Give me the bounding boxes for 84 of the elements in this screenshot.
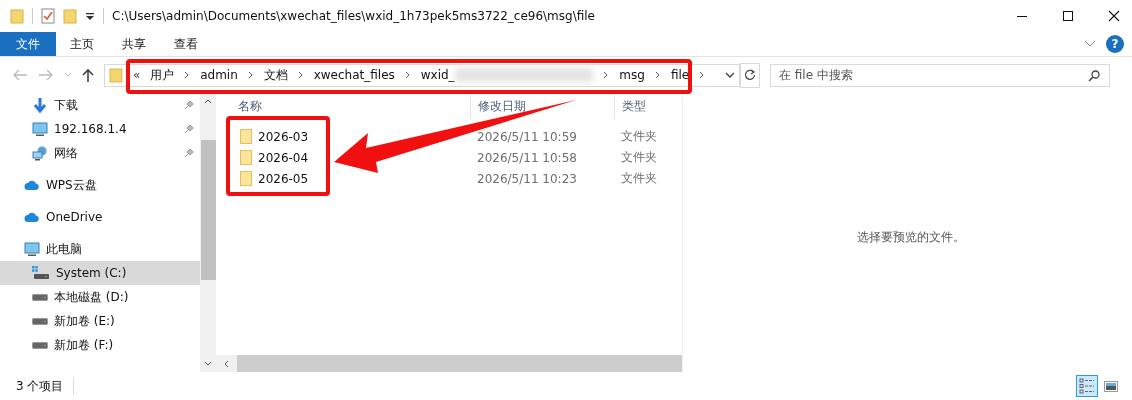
refresh-icon [744, 69, 756, 81]
file-row[interactable]: 2026-05 2026/5/11 10:23 文件夹 [216, 168, 682, 189]
preview-message: 选择要预览的文件。 [856, 229, 965, 246]
chevron-right-icon[interactable] [297, 71, 304, 79]
item-count: 3 个项目 [16, 377, 75, 395]
cloud-icon [24, 179, 40, 191]
breadcrumb-item[interactable]: xwechat_files [313, 68, 395, 82]
pin-icon[interactable] [184, 148, 194, 158]
scroll-left-icon[interactable] [224, 359, 229, 368]
overflow-chevron[interactable]: « [132, 68, 141, 82]
address-bar[interactable]: « 用户 admin 文档 xwechat_files wxid_ msg file [104, 63, 740, 87]
chevron-right-icon[interactable] [699, 71, 706, 79]
breadcrumb-item[interactable]: 文档 [263, 66, 288, 84]
modified-date: 2026/5/11 10:23 [476, 171, 578, 186]
up-arrow-icon[interactable] [82, 68, 94, 82]
sidebar-item[interactable]: System (C:) [0, 261, 200, 285]
file-name: 2026-05 [258, 171, 309, 186]
download-arrow-icon [32, 97, 48, 113]
chevron-down-icon[interactable] [725, 72, 736, 78]
refresh-button[interactable] [740, 62, 760, 88]
folder-icon [109, 67, 123, 83]
folder-icon [240, 171, 252, 186]
modified-date: 2026/5/11 10:59 [476, 129, 578, 144]
search-icon [1088, 69, 1100, 82]
file-row[interactable]: 2026-03 2026/5/11 10:59 文件夹 [216, 126, 682, 147]
scroll-down-icon[interactable] [204, 361, 212, 366]
view-button[interactable] [1076, 375, 1098, 397]
monitor-icon [24, 241, 40, 257]
sidebar-item[interactable]: 此电脑 [0, 237, 200, 261]
chevron-right-icon[interactable] [603, 71, 610, 79]
breadcrumb-item[interactable]: admin [200, 68, 238, 82]
folder-icon [10, 8, 24, 24]
file-row[interactable]: 2026-04 2026/5/11 10:58 文件夹 [216, 147, 682, 168]
network-icon [32, 145, 48, 161]
column-header[interactable]: 类型 [614, 93, 660, 119]
file-name: 2026-04 [258, 150, 309, 165]
sidebar-item[interactable]: 本地磁盘 (D:) [0, 285, 200, 309]
chevron-right-icon[interactable] [404, 71, 411, 79]
system-drive-icon [32, 266, 50, 280]
ribbon-tab[interactable]: 查看 [160, 32, 212, 56]
details-view-icon [1079, 378, 1095, 394]
drive-icon [32, 293, 48, 301]
window-title: C:\Users\admin\Documents\xwechat_files\wxid_1h73pek5ms3722_ce96\msg\file [112, 9, 595, 23]
scrollbar[interactable] [200, 93, 216, 372]
modified-date: 2026/5/11 10:58 [476, 150, 578, 165]
drive-icon [32, 341, 48, 349]
file-type: 文件夹 [620, 128, 658, 145]
sidebar-item[interactable]: WPS云盘 [0, 173, 200, 197]
close-icon[interactable] [1108, 10, 1120, 22]
sidebar-item[interactable]: 下载 [0, 93, 200, 117]
breadcrumb-item[interactable]: file [670, 68, 690, 82]
sidebar-item[interactable]: 新加卷 (E:) [0, 309, 200, 333]
pin-icon[interactable] [184, 124, 194, 134]
file-name: 2026-03 [258, 129, 309, 144]
folder-icon [240, 129, 252, 144]
breadcrumb-item[interactable]: msg [619, 68, 645, 82]
sidebar-item[interactable]: 网络 [0, 141, 200, 165]
folder-icon [240, 150, 252, 165]
file-type: 文件夹 [620, 170, 658, 187]
drive-icon [32, 317, 48, 325]
monitor-icon [32, 121, 48, 137]
ribbon-tab[interactable]: 主页 [56, 32, 108, 56]
breadcrumb-item[interactable]: wxid_ [420, 68, 455, 82]
column-header[interactable]: 名称 [216, 93, 470, 119]
scroll-thumb[interactable] [200, 140, 216, 280]
dropdown-icon[interactable] [85, 11, 95, 21]
scroll-up-icon[interactable] [204, 99, 212, 104]
ribbon-tab[interactable]: 文件 [0, 32, 56, 56]
chevron-right-icon[interactable] [184, 71, 191, 79]
file-type: 文件夹 [620, 149, 658, 166]
chevron-right-icon[interactable] [247, 71, 254, 79]
help-button[interactable]: ? [1106, 35, 1124, 53]
search-field[interactable]: 在 file 中搜索 [770, 63, 1110, 87]
chevron-right-icon[interactable] [654, 71, 661, 79]
maximize-icon[interactable] [1062, 10, 1074, 22]
thumbnail-view-icon [1104, 380, 1118, 392]
sidebar-item[interactable]: 新加卷 (F:) [0, 333, 200, 357]
properties-icon[interactable] [41, 8, 55, 24]
sidebar-item[interactable]: OneDrive [0, 205, 200, 229]
cloud-icon [24, 211, 40, 223]
ribbon-tab[interactable]: 共享 [108, 32, 160, 56]
sidebar-item[interactable]: 192.168.1.4 [0, 117, 200, 141]
pin-icon[interactable] [184, 100, 194, 110]
breadcrumb-item[interactable]: 用户 [150, 66, 175, 84]
